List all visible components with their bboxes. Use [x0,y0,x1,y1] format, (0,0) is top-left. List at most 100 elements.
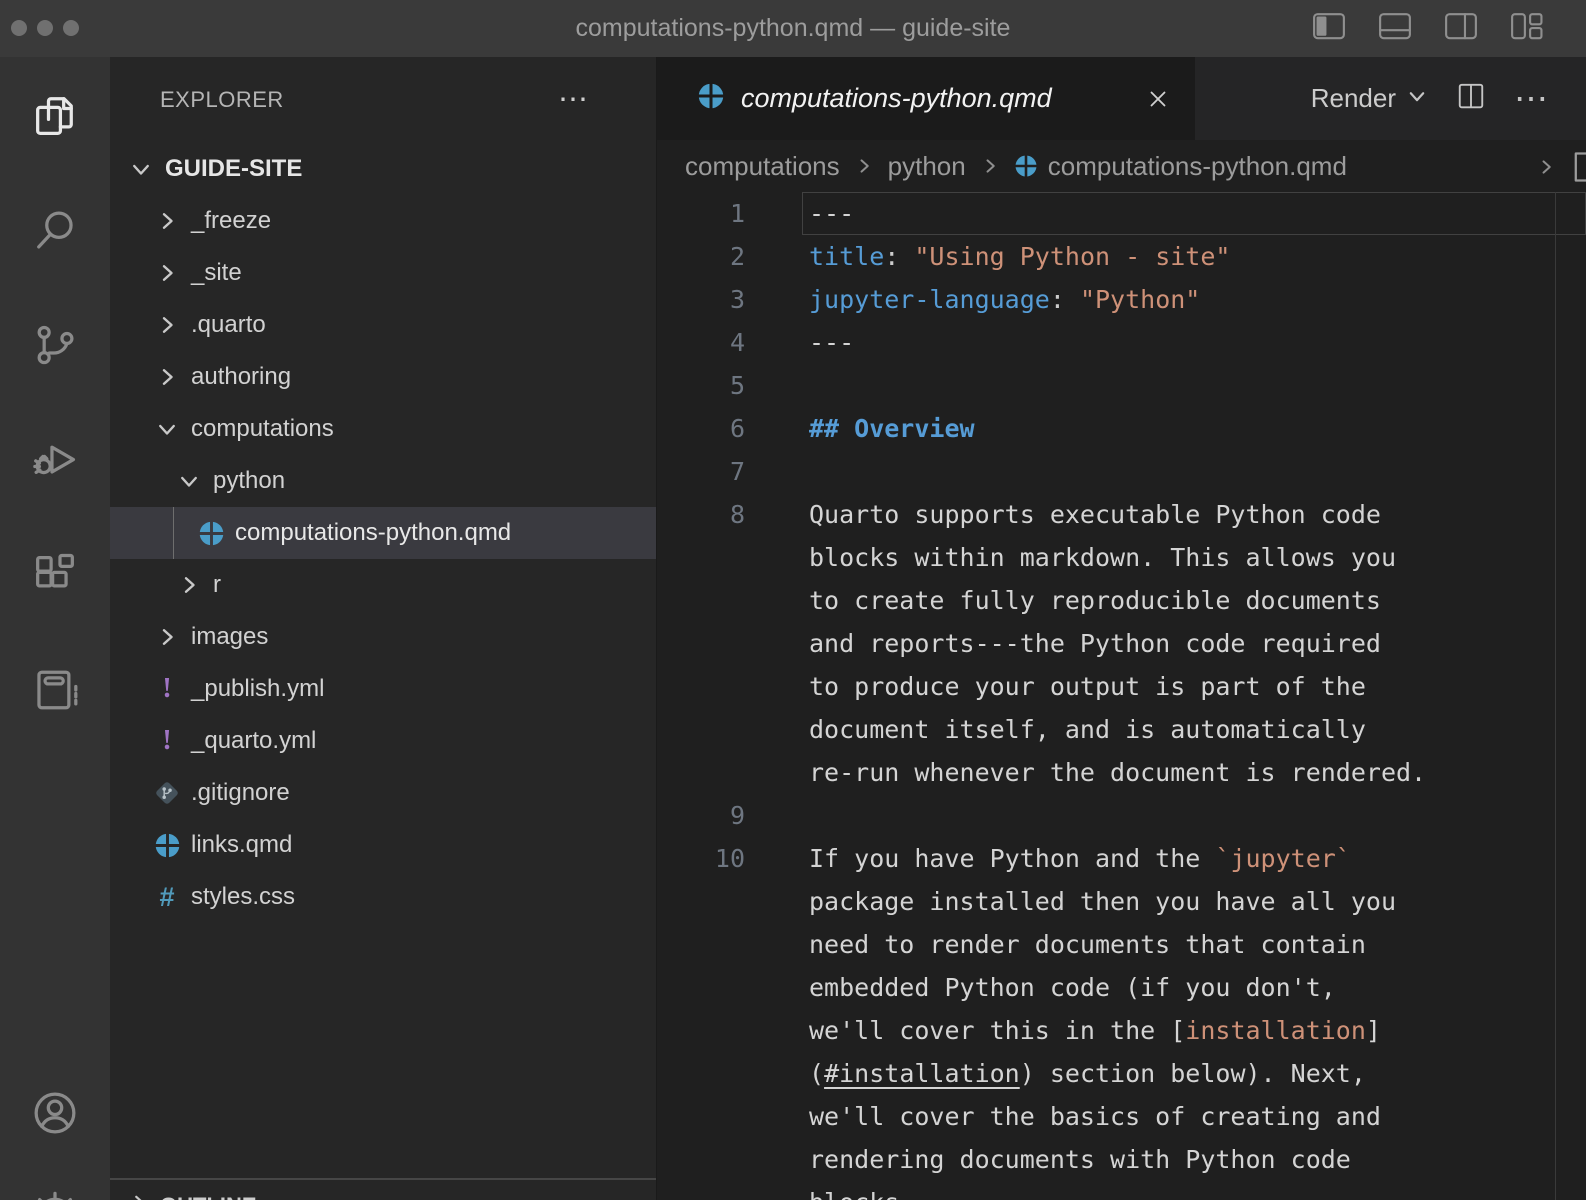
more-actions-icon[interactable]: ⋯ [1514,79,1550,119]
extensions-icon[interactable] [29,549,81,601]
tree-item-label: authoring [191,363,291,391]
line-number [657,966,745,1009]
tree-item--gitignore[interactable]: .gitignore [110,767,656,819]
code-line: to create fully reproducible documents [657,579,1586,622]
tree-item--site[interactable]: _site [110,247,656,299]
tree-item--freeze[interactable]: _freeze [110,195,656,247]
code-text [802,364,1586,407]
editor-surface[interactable]: 1---2title: "Using Python - site"3jupyte… [657,192,1586,1200]
tree-item-styles-css[interactable]: #styles.css [110,871,656,923]
close-tab-icon[interactable] [1145,86,1171,112]
breadcrumb-separator-icon [1536,157,1556,177]
tree-item-label: .quarto [191,311,266,339]
code-text: --- [802,321,1586,364]
breadcrumb-computations[interactable]: computations [685,151,840,182]
code-line: 8Quarto supports executable Python code [657,493,1586,536]
outline-title: OUTLINE [160,1193,257,1200]
tree-item--quarto-yml[interactable]: ! _quarto.yml [110,715,656,767]
tree-item-label: _publish.yml [191,675,324,703]
code-text: we'll cover the basics of creating and [802,1095,1586,1138]
code-line: (#installation) section below). Next, [657,1052,1586,1095]
tree-item-label: _site [191,259,242,287]
line-number [657,622,745,665]
tree-item-computations-python-qmd[interactable]: computations-python.qmd [110,507,656,559]
tab-label: computations-python.qmd [741,83,1052,114]
code-rows: 1---2title: "Using Python - site"3jupyte… [657,192,1586,1200]
tree-item-label: _quarto.yml [191,727,316,755]
run-debug-icon[interactable] [29,434,81,486]
tree-item-authoring[interactable]: authoring [110,351,656,403]
code-text: embedded Python code (if you don't, [802,966,1586,1009]
source-control-icon[interactable] [29,319,81,371]
line-number: 4 [657,321,745,364]
account-icon[interactable] [29,1087,81,1139]
notebook-icon[interactable] [29,664,81,716]
code-line: need to render documents that contain [657,923,1586,966]
code-text: re-run whenever the document is rendered… [802,751,1586,794]
code-line: rendering documents with Python code [657,1138,1586,1181]
tree-item-label: computations [191,415,334,443]
explorer-more-actions-icon[interactable]: ⋯ [558,90,590,110]
gear-icon[interactable] [29,1189,81,1200]
tree-item--quarto[interactable]: .quarto [110,299,656,351]
code-text: package installed then you have all you [802,880,1586,923]
tree-item-label: GUIDE-SITE [165,155,302,183]
line-number: 10 [657,837,745,880]
code-text: --- [802,192,1586,235]
code-text: title: "Using Python - site" [802,235,1586,278]
line-number: 1 [657,192,745,235]
line-number [657,1052,745,1095]
tree-item-python[interactable]: python [110,455,656,507]
line-number [657,751,745,794]
code-line: embedded Python code (if you don't, [657,966,1586,1009]
activity-bar [0,57,110,1200]
chevron-down-icon [1406,83,1428,114]
line-number: 8 [657,493,745,536]
file-tree: GUIDE-SITE _freeze _site .quarto authoring co… [110,143,656,923]
breadcrumb-computations-python-qmd[interactable]: computations-python.qmd [1014,151,1347,182]
chevron-down-icon [152,413,182,445]
explorer-icon[interactable] [29,89,81,141]
code-line: blocks. [657,1181,1586,1200]
tree-item-links-qmd[interactable]: links.qmd [110,819,656,871]
toggle-secondary-sidebar-icon[interactable] [1444,12,1478,46]
tree-item-computations[interactable]: computations [110,403,656,455]
render-button[interactable]: Render [1311,83,1428,114]
split-editor-icon[interactable] [1456,81,1486,116]
outline-section[interactable]: OUTLINE [110,1178,656,1200]
toggle-panel-icon[interactable] [1378,12,1412,46]
code-line: and reports---the Python code required [657,622,1586,665]
breadcrumb-python[interactable]: python [888,151,966,182]
line-number [657,923,745,966]
quarto-file-icon [152,829,182,861]
layout-controls [1312,0,1544,57]
code-text: we'll cover this in the [installation] [802,1009,1586,1052]
editor-ruler [1555,192,1556,1200]
search-icon[interactable] [29,204,81,256]
code-text: to create fully reproducible documents [802,579,1586,622]
code-line: 6## Overview [657,407,1586,450]
line-number: 3 [657,278,745,321]
tree-item-label: images [191,623,268,651]
breadcrumb-file-icon [1568,150,1586,184]
tree-item-label: links.qmd [191,831,292,859]
yaml-file-icon: ! [152,725,182,757]
tree-item-r[interactable]: r [110,559,656,611]
tree-item-label: computations-python.qmd [235,519,511,547]
tree-item-guide-site[interactable]: GUIDE-SITE [110,143,656,195]
line-number [657,1009,745,1052]
tree-item-label: styles.css [191,883,295,911]
quarto-file-icon [196,517,226,549]
customize-layout-icon[interactable] [1510,12,1544,46]
indent-guide [173,507,174,559]
line-number [657,1095,745,1138]
tree-item--publish-yml[interactable]: ! _publish.yml [110,663,656,715]
line-number [657,579,745,622]
code-line: 3jupyter-language: "Python" [657,278,1586,321]
toggle-primary-sidebar-icon[interactable] [1312,12,1346,46]
code-line: document itself, and is automatically [657,708,1586,751]
yaml-file-icon: ! [152,673,182,705]
tab-computations-python[interactable]: computations-python.qmd [657,57,1195,140]
tree-item-images[interactable]: images [110,611,656,663]
code-line: re-run whenever the document is rendered… [657,751,1586,794]
